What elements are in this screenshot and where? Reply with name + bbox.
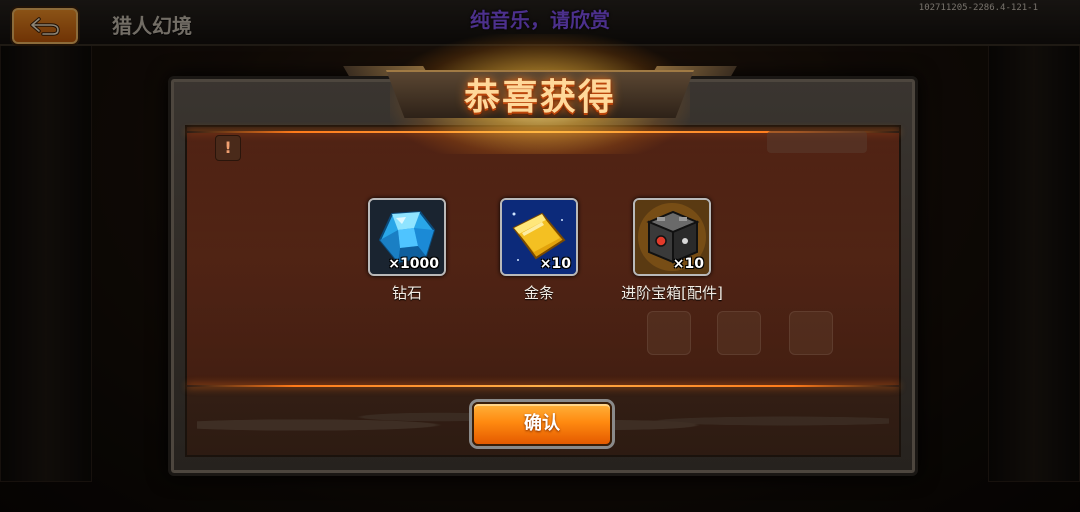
warning-icon: !	[215, 135, 241, 161]
reward-item-diamond[interactable]: ×1000 钻石	[337, 198, 477, 303]
reward-item-advanced-box[interactable]: ×10 进阶宝箱[配件]	[602, 198, 742, 303]
reward-item-gold-bar[interactable]: ×10 金条	[469, 198, 609, 303]
dialog-title: 恭喜获得	[463, 77, 616, 118]
glow-divider-bottom	[187, 385, 899, 387]
background-slot	[647, 311, 691, 355]
reward-name: 钻石	[391, 284, 422, 302]
reward-slot: ×1000	[368, 198, 446, 276]
reward-quantity: ×10	[539, 256, 571, 272]
reward-quantity: ×1000	[388, 256, 439, 272]
reward-name: 金条	[523, 284, 554, 302]
background-tab	[767, 131, 867, 153]
reward-slot: ×10	[633, 198, 711, 276]
reward-name: 进阶宝箱[配件]	[621, 284, 723, 302]
background-slot	[717, 311, 761, 355]
background-slot	[789, 311, 833, 355]
reward-quantity: ×10	[672, 256, 704, 272]
confirm-button[interactable]: 确认	[472, 402, 612, 446]
reward-slot: ×10	[500, 198, 578, 276]
